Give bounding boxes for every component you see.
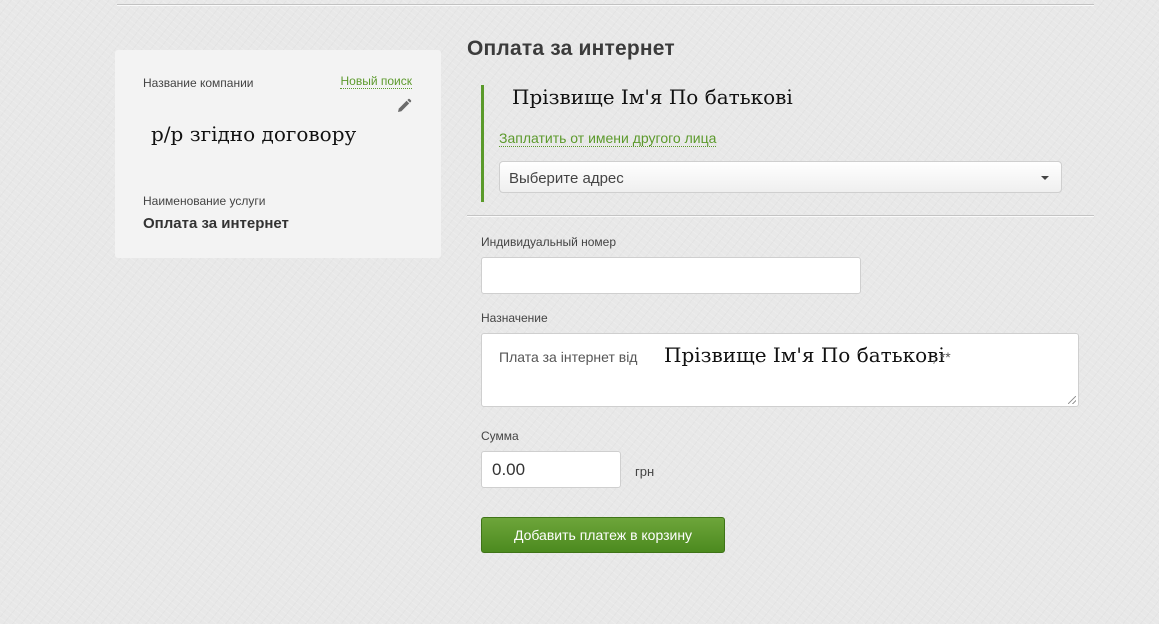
individual-number-input[interactable] <box>481 257 861 294</box>
payer-name: Прізвище Ім'я По батькові <box>512 85 793 109</box>
address-select[interactable]: Выберите адрес <box>499 161 1062 193</box>
purpose-prefix-text: Плата за інтернет від <box>499 349 638 365</box>
resize-handle-icon[interactable] <box>1068 396 1076 404</box>
new-search-link[interactable]: Новый поиск <box>340 74 412 89</box>
service-info-card: Название компании Новый поиск р/р згідно… <box>115 50 441 258</box>
service-name-value: Оплата за интернет <box>143 215 289 232</box>
currency-label: грн <box>635 464 655 479</box>
chevron-down-icon <box>1041 176 1049 180</box>
service-name-label: Наименование услуги <box>143 194 266 208</box>
payer-block: Прізвище Ім'я По батькові Заплатить от и… <box>481 85 1094 202</box>
purpose-textarea[interactable]: Плата за інтернет від Прізвище Ім'я По б… <box>481 333 1079 407</box>
company-name-label: Название компании <box>143 76 254 90</box>
top-divider <box>117 4 1094 6</box>
pay-for-other-person-link[interactable]: Заплатить от имени другого лица <box>499 130 717 147</box>
add-to-cart-button[interactable]: Добавить платеж в корзину <box>481 517 725 553</box>
purpose-label: Назначение <box>481 311 548 325</box>
purpose-suffix-text: , ** <box>932 349 951 365</box>
amount-input[interactable] <box>481 451 621 488</box>
individual-number-label: Индивидуальный номер <box>481 235 617 249</box>
company-name-value: р/р згідно договору <box>151 122 357 146</box>
pencil-icon[interactable] <box>396 98 412 114</box>
address-select-value: Выберите адрес <box>509 170 624 187</box>
page-title: Оплата за интернет <box>467 37 675 60</box>
section-divider <box>467 215 1094 217</box>
amount-label: Сумма <box>481 429 519 443</box>
purpose-payer-name: Прізвище Ім'я По батькові <box>664 343 945 367</box>
